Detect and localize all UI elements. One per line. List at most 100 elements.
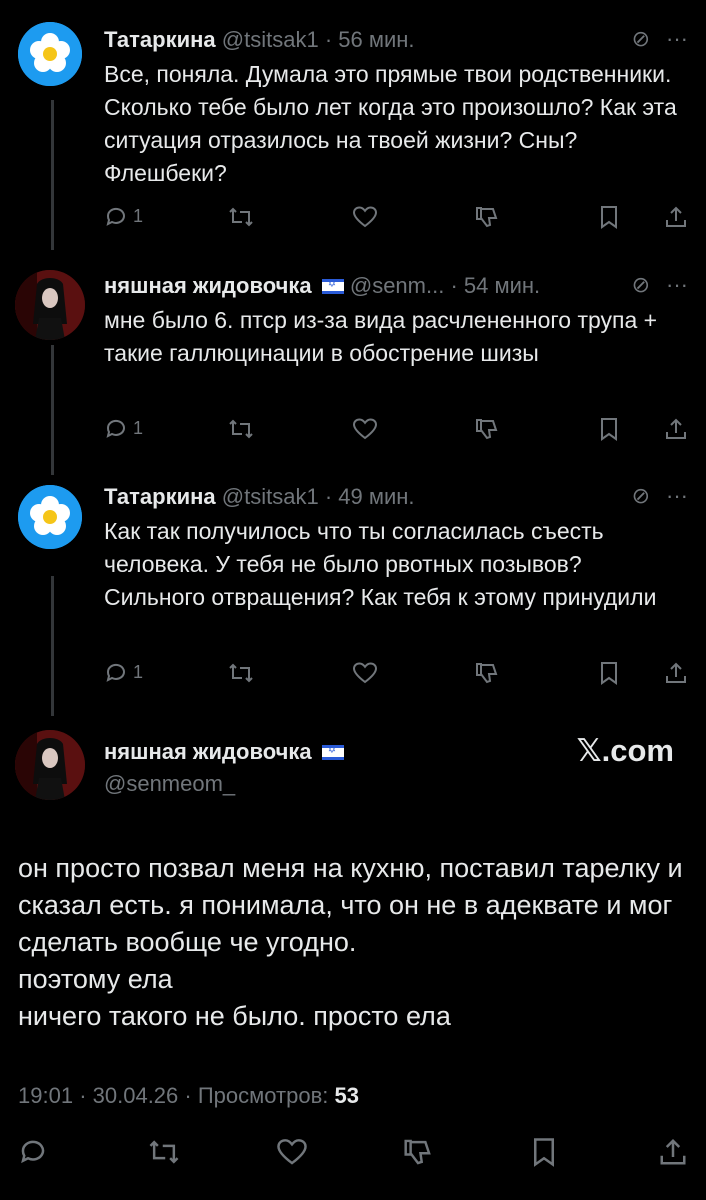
dislike-button[interactable] [402, 1136, 434, 1167]
tweet-actions: 1 [104, 201, 690, 231]
share-button[interactable] [664, 413, 688, 443]
x-logo: 𝕏.com [576, 733, 674, 768]
share-icon [666, 206, 686, 228]
bookmark-icon [601, 662, 617, 686]
heart-icon [352, 418, 378, 440]
bookmark-icon [601, 418, 617, 442]
avatar[interactable] [15, 270, 85, 340]
retweet-icon [229, 419, 253, 439]
bookmark-button[interactable] [598, 413, 620, 443]
thumbs-down-icon [476, 419, 498, 440]
timestamp[interactable]: 54 мин. [464, 273, 540, 298]
tweet-header: Татаркина @tsitsak1 · 49 мин. [104, 483, 415, 511]
retweet-button[interactable] [228, 413, 254, 443]
timestamp[interactable]: 49 мин. [338, 484, 414, 509]
like-button[interactable] [352, 201, 378, 231]
israel-flag-icon [321, 278, 344, 294]
flower-icon [18, 485, 82, 549]
thread-line [51, 576, 54, 716]
tweet-meta: 19:01 · 30.04.26 · Просмотров: 53 [18, 1083, 359, 1109]
tweet-actions: 1 [104, 413, 690, 443]
reply-count: 1 [133, 662, 144, 682]
reply-button[interactable] [18, 1136, 48, 1167]
heart-icon [277, 1139, 307, 1165]
tweet-text: Все, поняла. Думала это прямые твои родс… [104, 61, 677, 186]
bookmark-icon [534, 1138, 554, 1168]
reply-button[interactable]: 1 [104, 201, 143, 231]
retweet-icon [229, 663, 253, 683]
tweet-actions: 1 [104, 657, 690, 687]
thumbs-down-icon [476, 207, 498, 228]
reply-button[interactable]: 1 [104, 413, 143, 443]
separator: · [324, 484, 333, 509]
reply-count: 1 [133, 418, 144, 438]
flower-icon [18, 22, 82, 86]
heart-icon [352, 206, 378, 228]
retweet-button[interactable] [228, 657, 254, 687]
reply-icon [106, 208, 125, 227]
thread-line [51, 100, 54, 250]
thread-line [51, 345, 54, 475]
more-icon[interactable]: ··· [666, 26, 688, 51]
views-label: Просмотров: [197, 1083, 329, 1108]
separator: · [324, 27, 333, 52]
user-handle[interactable]: @senm... [350, 273, 444, 298]
user-handle[interactable]: @tsitsak1 [222, 27, 319, 52]
avatar[interactable] [15, 730, 85, 800]
user-handle[interactable]: @senmeom_ [104, 770, 235, 798]
tweet-corner-controls: ⊘ ··· [616, 483, 688, 509]
reply-count: 1 [133, 206, 144, 226]
like-button[interactable] [352, 657, 378, 687]
bookmark-icon [601, 206, 617, 230]
retweet-icon [149, 1140, 179, 1164]
main-tweet-text: он просто позвал меня на кухню, поставил… [18, 853, 683, 1031]
tweet-time[interactable]: 19:01 [18, 1083, 73, 1108]
share-icon [660, 1139, 686, 1165]
more-icon[interactable]: ··· [666, 272, 688, 297]
user-handle[interactable]: @tsitsak1 [222, 484, 319, 509]
grok-icon[interactable]: ⊘ [632, 272, 650, 297]
like-button[interactable] [276, 1136, 308, 1167]
grok-icon[interactable]: ⊘ [632, 483, 650, 508]
main-tweet-header: няшная жидовочка [104, 738, 344, 766]
share-button[interactable] [664, 657, 688, 687]
grok-icon[interactable]: ⊘ [632, 26, 650, 51]
retweet-icon [229, 207, 253, 227]
avatar[interactable] [18, 22, 82, 86]
goth-girl-icon [15, 270, 85, 340]
display-name[interactable]: няшная жидовочка [104, 739, 312, 764]
tweet-date[interactable]: 30.04.26 [93, 1083, 179, 1108]
bookmark-button[interactable] [598, 657, 620, 687]
separator: · [184, 1083, 192, 1108]
share-button[interactable] [658, 1136, 688, 1167]
share-icon [666, 662, 686, 684]
display-name[interactable]: няшная жидовочка [104, 273, 312, 298]
dislike-button[interactable] [474, 657, 500, 687]
tweet-text: Как так получилось что ты согласилась съ… [104, 518, 657, 610]
display-name[interactable]: Татаркина [104, 27, 216, 52]
tweet-corner-controls: ⊘ ··· [616, 272, 688, 298]
avatar[interactable] [18, 485, 82, 549]
tweet-corner-controls: ⊘ ··· [616, 26, 688, 52]
reply-button[interactable]: 1 [104, 657, 143, 687]
dislike-button[interactable] [474, 413, 500, 443]
reply-icon [106, 664, 125, 683]
share-button[interactable] [664, 201, 688, 231]
tweet-header: няшная жидовочка @senm... · 54 мин. [104, 272, 540, 300]
reply-icon [21, 1140, 45, 1164]
timestamp[interactable]: 56 мин. [338, 27, 414, 52]
retweet-button[interactable] [148, 1136, 180, 1167]
israel-flag-icon [321, 744, 344, 760]
like-button[interactable] [352, 413, 378, 443]
dislike-button[interactable] [474, 201, 500, 231]
thumbs-down-icon [476, 663, 498, 684]
bookmark-button[interactable] [530, 1136, 558, 1168]
thumbs-down-icon [404, 1139, 431, 1165]
bookmark-button[interactable] [598, 201, 620, 231]
retweet-button[interactable] [228, 201, 254, 231]
views-count[interactable]: 53 [335, 1083, 359, 1108]
tweet-text: мне было 6. птср из-за вида расчлененног… [104, 307, 658, 366]
tweet-header: Татаркина @tsitsak1 · 56 мин. [104, 26, 415, 54]
more-icon[interactable]: ··· [666, 483, 688, 508]
display-name[interactable]: Татаркина [104, 484, 216, 509]
